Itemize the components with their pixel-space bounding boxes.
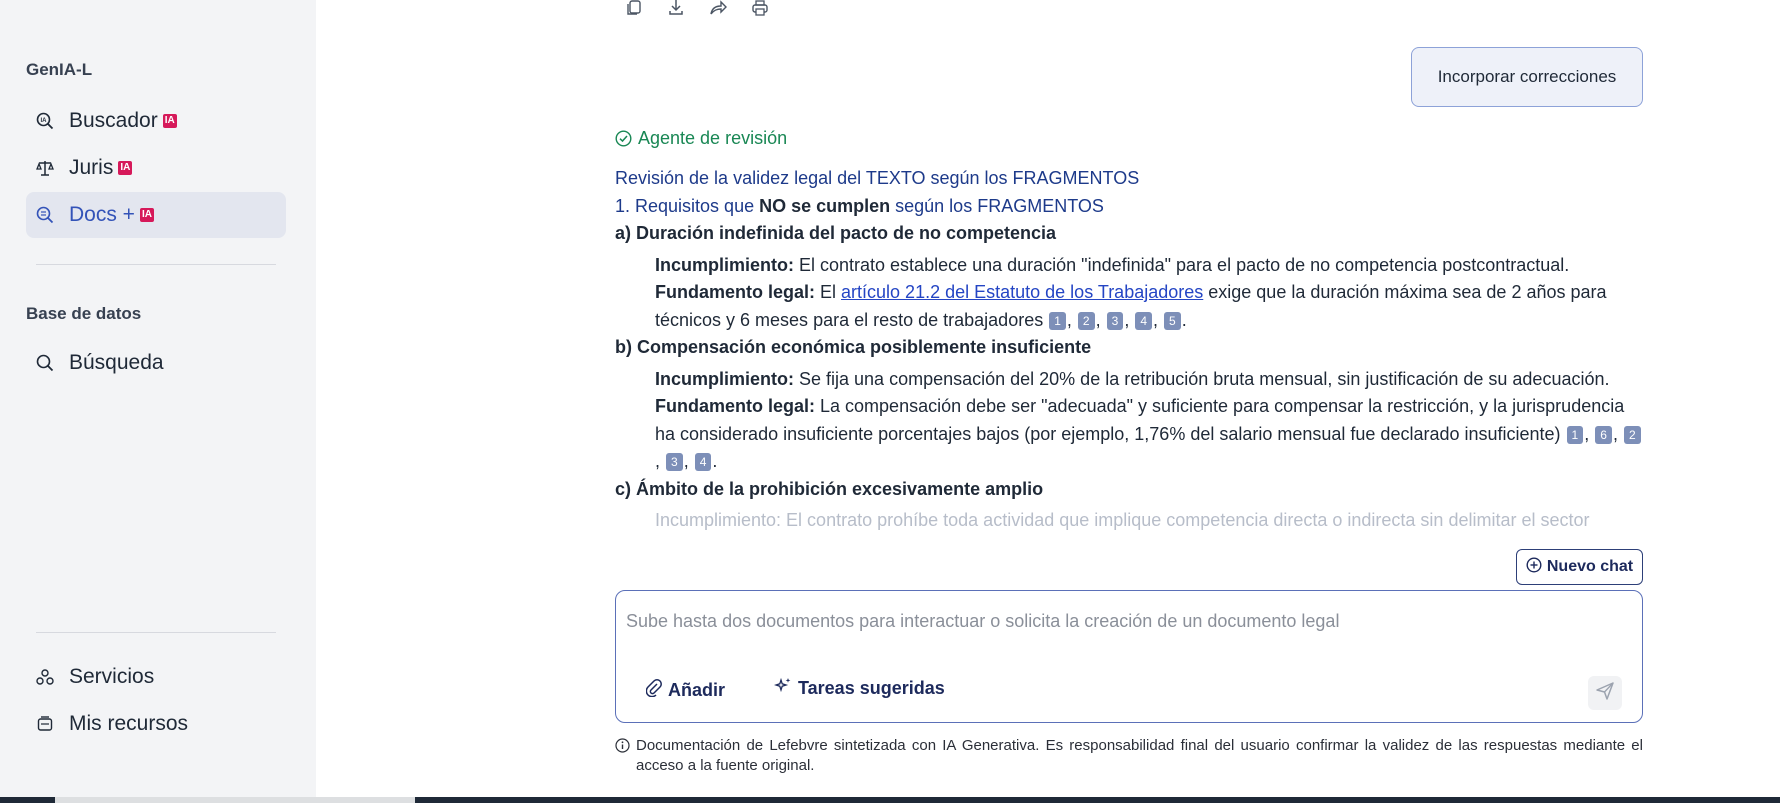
incorporar-correcciones-button[interactable]: Incorporar correcciones xyxy=(1411,47,1643,107)
nav-item-buscador[interactable]: IA Buscador IA xyxy=(26,98,286,144)
citation-badge[interactable]: 1 xyxy=(1566,425,1584,444)
nav-item-label: Buscador xyxy=(69,109,158,132)
ia-badge: IA xyxy=(118,161,133,175)
download-icon[interactable] xyxy=(666,0,686,16)
print-icon[interactable] xyxy=(750,0,770,16)
send-button[interactable] xyxy=(1588,676,1622,710)
fund-label: Fundamento legal: xyxy=(655,396,816,416)
services-icon xyxy=(36,668,54,686)
svg-text:IA: IA xyxy=(41,118,48,124)
copy-icon[interactable] xyxy=(624,0,644,16)
doc-search-icon xyxy=(36,206,54,224)
chat-input[interactable] xyxy=(626,601,1616,641)
nav-item-mis-recursos[interactable]: Mis recursos xyxy=(26,701,286,747)
requirements-heading: 1. Requisitos que NO se cumplen según lo… xyxy=(615,193,1645,221)
req-suffix: según los FRAGMENTOS xyxy=(890,195,1104,216)
answer-heading: Revisión de la validez legal del TEXTO s… xyxy=(615,168,1140,188)
section-b-incumplimiento: Incumplimiento: Se fija una compensación… xyxy=(615,366,1645,394)
sidebar-divider xyxy=(36,632,276,633)
sidebar: GenIA-L IA Buscador IA Juris IA Docs + I… xyxy=(0,0,316,803)
citation-badge[interactable]: 4 xyxy=(694,453,712,471)
nuevo-chat-button[interactable]: Nuevo chat xyxy=(1516,549,1643,585)
inc-label: Incumplimiento: xyxy=(655,368,794,389)
req-prefix: 1. Requisitos que xyxy=(615,195,760,216)
scales-icon xyxy=(36,159,54,177)
nav-item-label: Búsqueda xyxy=(69,351,164,374)
disclaimer: Documentación de Lefebvre sintetizada co… xyxy=(615,736,1643,776)
sidebar-divider xyxy=(36,264,276,265)
citation-badge[interactable]: 4 xyxy=(1135,311,1153,330)
section-c-faded-text: Incumplimiento: El contrato prohíbe toda… xyxy=(655,510,1590,530)
resources-icon xyxy=(36,715,54,733)
nav-item-juris[interactable]: Juris IA xyxy=(26,145,286,191)
agent-header: Agente de revisión xyxy=(615,128,787,149)
nav-item-label: Servicios xyxy=(69,665,155,688)
inc-text: El contrato establece una duración "inde… xyxy=(794,254,1570,275)
ia-badge: IA xyxy=(139,208,154,222)
message-toolbar xyxy=(624,0,770,16)
nav-item-busqueda[interactable]: Búsqueda xyxy=(26,340,286,386)
sparkle-icon xyxy=(773,677,792,700)
tareas-sugeridas-button[interactable]: Tareas sugeridas xyxy=(773,677,945,700)
plus-circle-icon xyxy=(1526,556,1542,578)
nav-item-label: Juris xyxy=(69,156,114,179)
answer-content: Revisión de la validez legal del TEXTO s… xyxy=(615,165,1645,585)
fund-pre: El xyxy=(815,282,842,302)
anadir-label: Añadir xyxy=(668,680,726,700)
nav-item-servicios[interactable]: Servicios xyxy=(26,654,286,700)
citation-badge[interactable]: 2 xyxy=(1623,425,1641,444)
section-c-title: c) Ámbito de la prohibición excesivament… xyxy=(615,478,1044,499)
citation-badge[interactable]: 3 xyxy=(666,453,683,471)
paperclip-icon xyxy=(645,679,662,702)
check-circle-icon xyxy=(615,130,632,147)
nuevo-chat-label: Nuevo chat xyxy=(1546,558,1634,575)
citation-badge[interactable]: 2 xyxy=(1077,311,1095,330)
tareas-label: Tareas sugeridas xyxy=(798,678,945,698)
nav-item-label: Mis recursos xyxy=(69,712,189,735)
section-a-title: a) Duración indefinida del pacto de no c… xyxy=(615,223,1057,243)
ia-badge: IA xyxy=(162,114,177,128)
citation-badge[interactable]: 3 xyxy=(1106,311,1124,330)
inc-label: Incumplimiento: xyxy=(655,254,794,275)
section-a-fundamento: Fundamento legal: El artículo 21.2 del E… xyxy=(655,282,1607,330)
fund-label: Fundamento legal: xyxy=(655,282,816,302)
section-b-title: b) Compensación económica posiblemente i… xyxy=(615,337,1092,357)
article-link[interactable]: artículo 21.2 del Estatuto de los Trabaj… xyxy=(841,282,1203,302)
brand-title: GenIA-L xyxy=(26,60,93,79)
taskbar-segment xyxy=(55,797,415,803)
anadir-button[interactable]: Añadir xyxy=(645,679,726,702)
citation-badge[interactable]: 1 xyxy=(1049,311,1066,330)
section-title-base-datos: Base de datos xyxy=(26,304,142,323)
nav-item-docs[interactable]: Docs + IA xyxy=(26,192,286,238)
disclaimer-text: Documentación de Lefebvre sintetizada co… xyxy=(636,737,1643,774)
info-icon xyxy=(615,738,630,776)
taskbar-strip xyxy=(0,797,1780,803)
ia-search-icon: IA xyxy=(36,112,54,130)
nav-item-label: Docs + xyxy=(69,203,135,226)
section-a-incumplimiento: Incumplimiento: El contrato establece un… xyxy=(615,252,1645,280)
search-icon xyxy=(36,354,54,372)
citation-badge[interactable]: 6 xyxy=(1595,425,1612,444)
citation-badge[interactable]: 5 xyxy=(1164,311,1181,330)
share-icon[interactable] xyxy=(708,0,728,16)
chat-input-box: Añadir Tareas sugeridas xyxy=(615,590,1643,723)
inc-text: Se fija una compensación del 20% de la r… xyxy=(794,368,1610,389)
send-icon xyxy=(1595,681,1615,706)
req-bold: NO se cumplen xyxy=(759,195,891,216)
section-b-fundamento: Fundamento legal: La compensación debe s… xyxy=(615,393,1645,476)
agent-label: Agente de revisión xyxy=(638,128,788,148)
